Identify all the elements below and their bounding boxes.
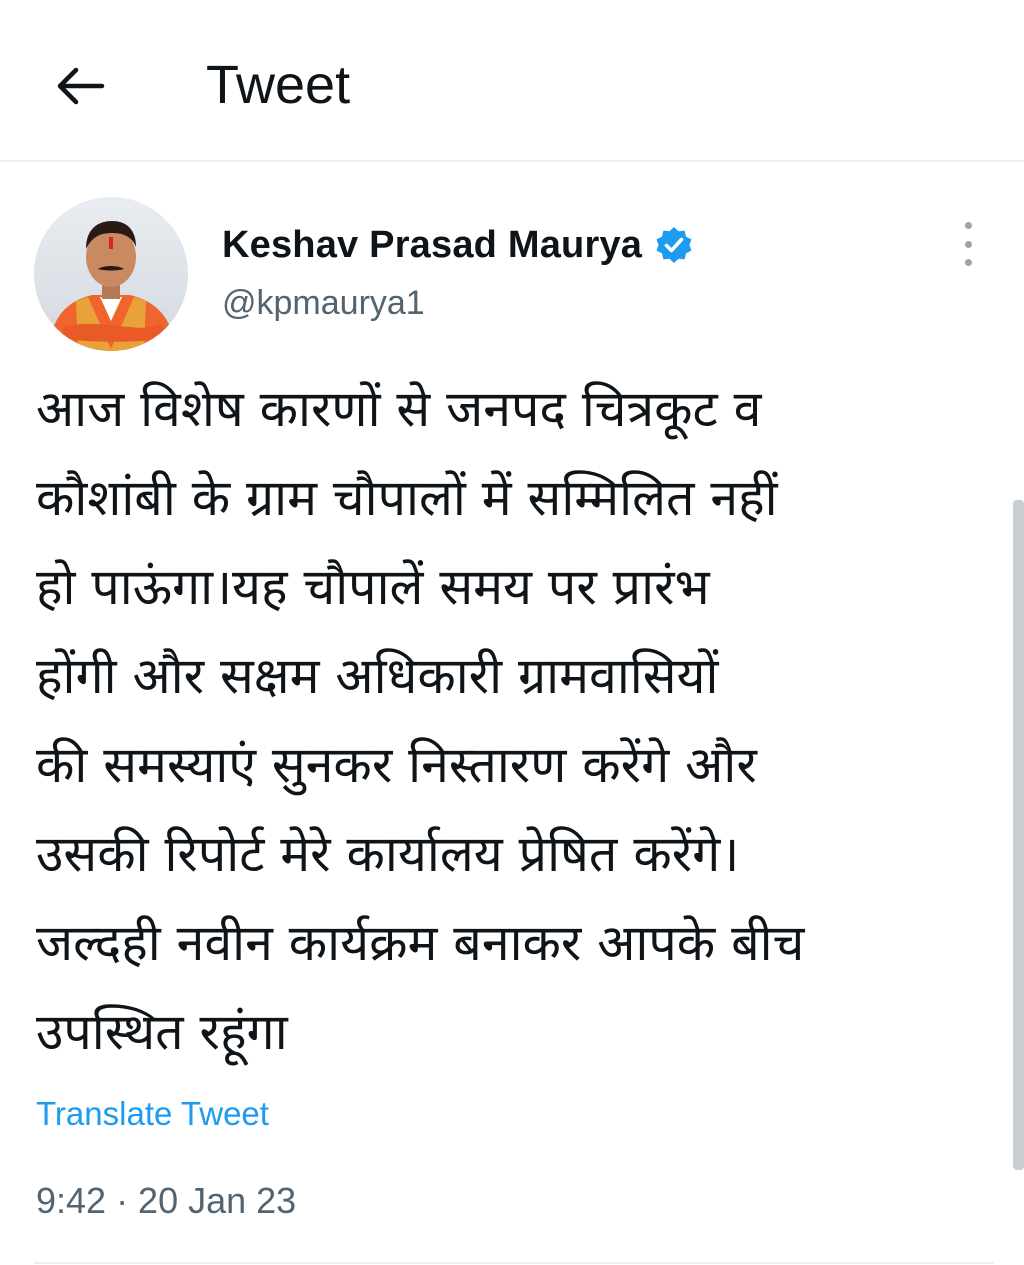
more-dot-icon [964, 240, 972, 248]
translate-tweet-link[interactable]: Translate Tweet [36, 1095, 269, 1133]
tweet-text-line: उपस्थित रहूंगा [36, 1003, 288, 1061]
author-name-row[interactable]: Keshav Prasad Maurya [222, 220, 694, 270]
content-divider [34, 1262, 994, 1264]
profile-photo [34, 197, 188, 351]
tweet-text-line: उसकी रिपोर्ट मेरे कार्यालय प्रेषित करेंग… [36, 825, 740, 883]
page-title: Tweet [206, 55, 351, 115]
tweet-text-line: हो पाऊंगा।यह चौपालें समय पर प्रारंभ [36, 558, 710, 616]
top-app-bar: Tweet [0, 0, 1024, 162]
author-handle[interactable]: @kpmaurya1 [222, 284, 425, 323]
more-dot-icon [964, 222, 972, 229]
header-divider [0, 160, 1024, 162]
tweet-text-line: जल्दही नवीन कार्यक्रम बनाकर आपके बीच [36, 914, 805, 972]
back-button[interactable] [44, 50, 116, 122]
tweet-text-line: होंगी और सक्षम अधिकारी ग्रामवासियों [36, 647, 719, 705]
tweet-timestamp: 9:42 · 20 Jan 23 [36, 1180, 297, 1221]
tweet-text-line: की समस्याएं सुनकर निस्तारण करेंगे और [36, 736, 757, 794]
tweet-text-line: आज विशेष कारणों से जनपद चित्रकूट व [36, 380, 762, 438]
more-dot-icon [964, 259, 972, 266]
author-name[interactable]: Keshav Prasad Maurya [222, 224, 642, 267]
tweet-text-line: कौशांबी के ग्राम चौपालों में सम्मिलित नह… [36, 469, 778, 527]
avatar[interactable] [34, 197, 188, 351]
scrollbar[interactable] [1013, 500, 1024, 1170]
more-options-button[interactable] [948, 222, 988, 266]
verified-badge-icon [654, 225, 694, 265]
tweet-text: आज विशेष कारणों से जनपद चित्रकूट व कौशां… [36, 365, 986, 1077]
arrow-left-icon [57, 67, 105, 105]
